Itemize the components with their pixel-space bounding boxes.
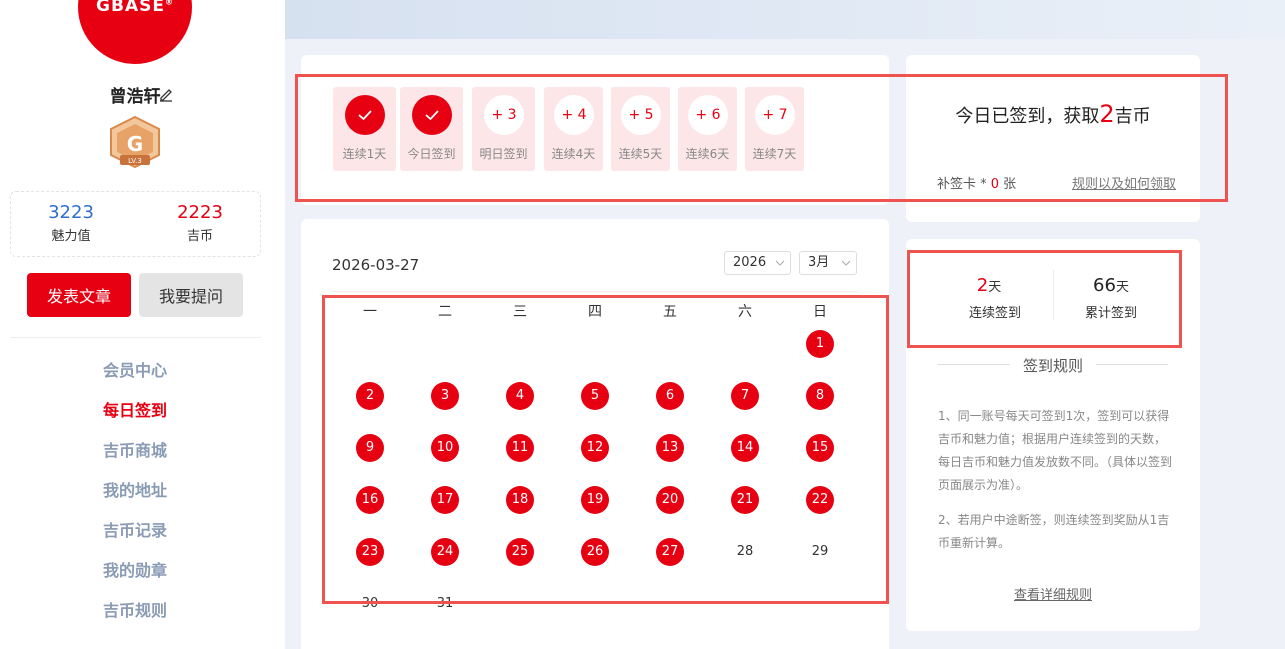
nav-item-daily-checkin[interactable]: 每日签到 [0,398,270,438]
highlight-frame-summary [907,250,1182,348]
edit-icon[interactable] [158,86,174,102]
gbase-logo: GBASE® [78,0,192,64]
rule-paragraph-1: 1、同一账号每天可签到1次，签到可以获得吉币和魅力值；根据用户连续签到的天数，每… [938,409,1173,492]
coin-value: 2223 [177,202,223,223]
coin-label: 吉币 [186,229,213,244]
rule-paragraph-2: 2、若用户中途断签，则连续签到奖励从1吉币重新计算。 [938,513,1170,550]
year-select[interactable]: 2026 [724,251,791,275]
chevron-down-icon [842,260,850,266]
sidebar-divider [10,337,261,338]
sidebar: GBASE® 曾浩轩 G LV.3 3223 魅力值 2223 吉币 发表文章 … [0,0,285,649]
rules-title: 签到规则 [938,355,1168,376]
nav-item-coin-records[interactable]: 吉币记录 [0,518,270,558]
charm-stat: 3223 魅力值 [16,202,126,244]
badge-level-text: LV.3 [128,157,142,165]
detail-rules-link[interactable]: 查看详细规则 [906,584,1200,603]
sidebar-nav: 会员中心 每日签到 吉币商城 我的地址 吉币记录 我的勋章 吉币规则 [0,358,270,638]
publish-article-button[interactable]: 发表文章 [27,273,131,317]
month-select[interactable]: 3月 [799,251,857,275]
nav-item-coin-rules[interactable]: 吉币规则 [0,598,270,638]
charm-label: 魅力值 [51,229,91,244]
calendar-divider [332,291,858,292]
highlight-frame-top [295,74,1228,202]
logo-text: GBASE® [96,0,174,16]
nav-item-member-center[interactable]: 会员中心 [0,358,270,398]
charm-value: 3223 [48,202,94,223]
coin-stat: 2223 吉币 [145,202,255,244]
user-stats: 3223 魅力值 2223 吉币 [10,191,261,257]
calendar-date: 2026-03-27 [332,256,420,274]
chevron-down-icon [776,260,784,266]
nav-item-coin-mall[interactable]: 吉币商城 [0,438,270,478]
top-banner [285,0,1285,39]
nav-item-my-medals[interactable]: 我的勋章 [0,558,270,598]
highlight-frame-calendar [322,295,889,604]
ask-question-button[interactable]: 我要提问 [139,273,243,317]
svg-text:G: G [127,132,143,156]
level-badge-icon: G LV.3 [110,115,160,169]
username: 曾浩轩 [109,87,161,107]
nav-item-my-address[interactable]: 我的地址 [0,478,270,518]
